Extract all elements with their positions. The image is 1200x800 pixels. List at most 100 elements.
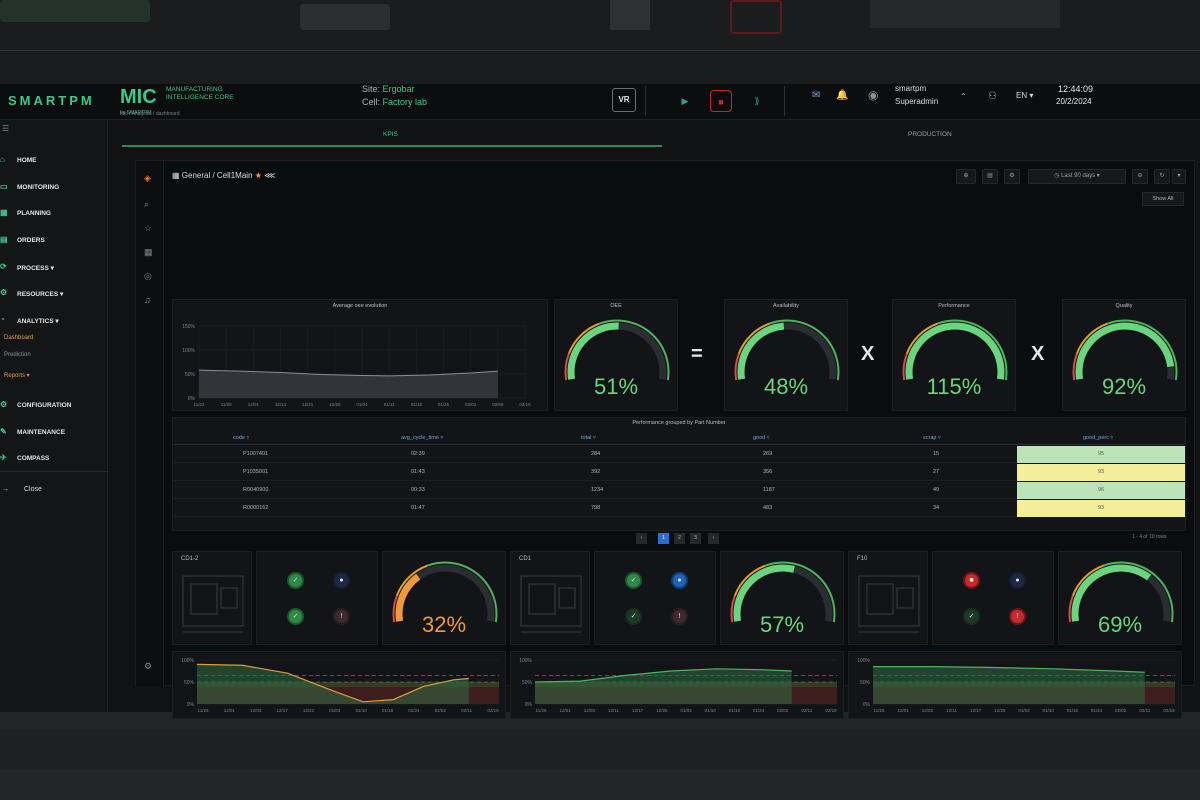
sidebar-close-button[interactable]: → Close: [2, 486, 42, 493]
grid-icon[interactable]: ▦: [144, 247, 153, 258]
control-group: ▶ ■ ⟫: [645, 86, 785, 116]
user-avatar-icon[interactable]: ◉: [868, 88, 878, 102]
resources-icon: ⚙: [0, 288, 8, 297]
table-header-good_perc[interactable]: good_perc ▿: [1083, 435, 1113, 441]
sidebar-sub-prediction[interactable]: Prediction: [4, 352, 31, 358]
table-row[interactable]: P1007401 02:39 284 269 15 95: [173, 446, 1185, 463]
filter-icon[interactable]: ▿: [591, 435, 596, 441]
sidebar-item-home[interactable]: ⌂ HOME: [0, 155, 108, 169]
blurred-background-bottom: [0, 712, 1200, 800]
stop-icon[interactable]: ■: [710, 90, 732, 112]
table-cell-scrap: 49: [933, 487, 940, 493]
apps-icon: ▦: [172, 171, 180, 180]
language-selector[interactable]: EN ▾: [1016, 91, 1033, 100]
time-range-picker[interactable]: ◷ Last 90 days ▾: [1028, 169, 1126, 184]
refresh-icon[interactable]: ↻: [1154, 169, 1170, 184]
filter-icon[interactable]: ▿: [936, 435, 941, 441]
pager-prev[interactable]: ‹: [636, 533, 647, 544]
pager-page-2[interactable]: 2: [674, 533, 685, 544]
pager-page-1[interactable]: 1: [658, 533, 669, 544]
favorite-star-icon[interactable]: ★: [255, 171, 262, 180]
star-icon[interactable]: ☆: [144, 223, 152, 234]
filter-icon[interactable]: ▿: [1109, 435, 1114, 441]
sidebar-item-planning[interactable]: ▦ PLANNING: [0, 208, 108, 222]
sidebar-sub-reports[interactable]: Reports ▾: [4, 372, 30, 379]
gauge-fill: [905, 322, 1005, 380]
performance-table-panel: Performance grouped by Part Number code …: [172, 417, 1186, 531]
machine-oee-panel: 69%: [1058, 551, 1182, 645]
table-header-good[interactable]: good ▿: [753, 435, 770, 441]
share-icon[interactable]: ⋘: [264, 171, 275, 180]
sidebar-item-configuration[interactable]: ⚙ CONFIGURATION: [0, 400, 108, 414]
mini-xtick: 12/01: [224, 708, 236, 713]
sidebar-item-analytics[interactable]: ◔ ANALYTICS ▾: [0, 315, 108, 329]
tab-production[interactable]: PRODUCTION: [908, 131, 952, 138]
mini-xtick: 12/01: [898, 708, 910, 713]
grafana-logo-icon[interactable]: ◈: [144, 173, 151, 184]
compass-icon[interactable]: ◎: [144, 271, 152, 282]
sidebar-item-label: RESOURCES ▾: [17, 291, 64, 298]
mini-xtick: 12/11: [608, 708, 619, 713]
sidebar-item-maintenance[interactable]: ✎ MAINTENANCE: [0, 427, 108, 441]
status-light: ✓: [627, 574, 640, 587]
sidebar-item-monitoring[interactable]: ▭ MONITORING: [0, 182, 108, 196]
notification-icon[interactable]: ✉: [812, 90, 820, 101]
settings-icon[interactable]: ⚙: [1004, 169, 1020, 184]
machine-drawing: [858, 575, 920, 633]
oee-value: 51%: [593, 374, 639, 399]
tab-kpis[interactable]: KPIS: [383, 131, 398, 138]
time-range-label: Last 90 days: [1061, 173, 1096, 179]
save-icon[interactable]: ▤: [982, 169, 998, 184]
settings-icon[interactable]: ⚙: [144, 661, 152, 672]
filter-icon[interactable]: ▿: [765, 435, 770, 441]
chevron-up-icon[interactable]: ⌃: [960, 92, 967, 101]
blurred-block: [0, 0, 150, 22]
status-light-icon: ●: [677, 577, 682, 584]
search-icon[interactable]: ⌕: [144, 199, 149, 210]
machine-status-panel: ✓ ● ✓!: [594, 551, 716, 645]
pager-next[interactable]: ›: [708, 533, 719, 544]
bell-icon[interactable]: ♫: [144, 295, 151, 305]
table-header-scrap[interactable]: scrap ▿: [923, 435, 941, 441]
play-icon[interactable]: ▶: [674, 90, 696, 112]
status-light-icon: ✓: [292, 613, 299, 620]
alert-icon[interactable]: 🔔: [836, 90, 848, 101]
table-row[interactable]: R0000162 01:47 798 483 34 93: [173, 500, 1185, 517]
machine-name: CD1-2: [181, 556, 199, 562]
sidebar-sub-dashboard[interactable]: Dashboard: [4, 335, 33, 341]
machine-trend-panel: 100% 50% 0% 11/26 12/01 12/03 12/11 12/17 12/25 0…: [848, 651, 1182, 719]
sidebar-item-orders[interactable]: ▤ ORDERS: [0, 235, 108, 249]
machine-drawing: [520, 575, 582, 633]
mini-xtick: 12/25: [994, 708, 1006, 713]
dashboard-path[interactable]: General / Cell1Main: [182, 171, 253, 180]
sidebar-item-compass[interactable]: ✈ COMPASS: [0, 453, 108, 467]
table-row[interactable]: P1035001 01:43 392 356 27 93: [173, 464, 1185, 481]
add-panel-icon[interactable]: ⊕: [956, 169, 976, 184]
pager-page-3[interactable]: 3: [690, 533, 701, 544]
table-header-total[interactable]: total ▿: [581, 435, 596, 441]
table-header-avg_cycle_time[interactable]: avg_cycle_time ▿: [401, 435, 443, 441]
wrench-icon: ✎: [0, 427, 7, 436]
calendar-icon: ▦: [0, 208, 8, 217]
cell-indicator: Cell: Factory lab: [362, 97, 427, 107]
menu-icon[interactable]: ☰: [2, 124, 9, 133]
table-header-label: avg_cycle_time: [401, 435, 439, 441]
mini-xtick: 02/19: [825, 708, 837, 713]
table-header-code[interactable]: code ▿: [233, 435, 249, 441]
network-icon[interactable]: ⚇: [988, 91, 997, 102]
filter-icon[interactable]: ▿: [245, 435, 249, 441]
show-all-button[interactable]: Show All: [1142, 192, 1184, 206]
vr-button[interactable]: VR: [612, 88, 636, 112]
smartpm-logo[interactable]: SMARTPM: [8, 93, 95, 108]
refresh-dropdown[interactable]: ▾: [1172, 169, 1186, 184]
skip-icon[interactable]: ⟫: [746, 90, 768, 112]
zoom-out-icon[interactable]: ⊖: [1132, 169, 1148, 184]
filter-icon[interactable]: ▿: [439, 435, 443, 441]
sidebar-item-resources[interactable]: ⚙ RESOURCES ▾: [0, 288, 108, 302]
sidebar-item-process[interactable]: ⟳ PROCESS ▾: [0, 262, 108, 276]
availability-gauge-panel: Availability 48%: [724, 299, 848, 411]
gauge-track: [737, 322, 837, 380]
mini-ytick: 50%: [860, 680, 871, 686]
table-row[interactable]: R0040900 00:33 1234 1187 49 96: [173, 482, 1185, 499]
mini-xtick: 01/03: [329, 708, 341, 713]
